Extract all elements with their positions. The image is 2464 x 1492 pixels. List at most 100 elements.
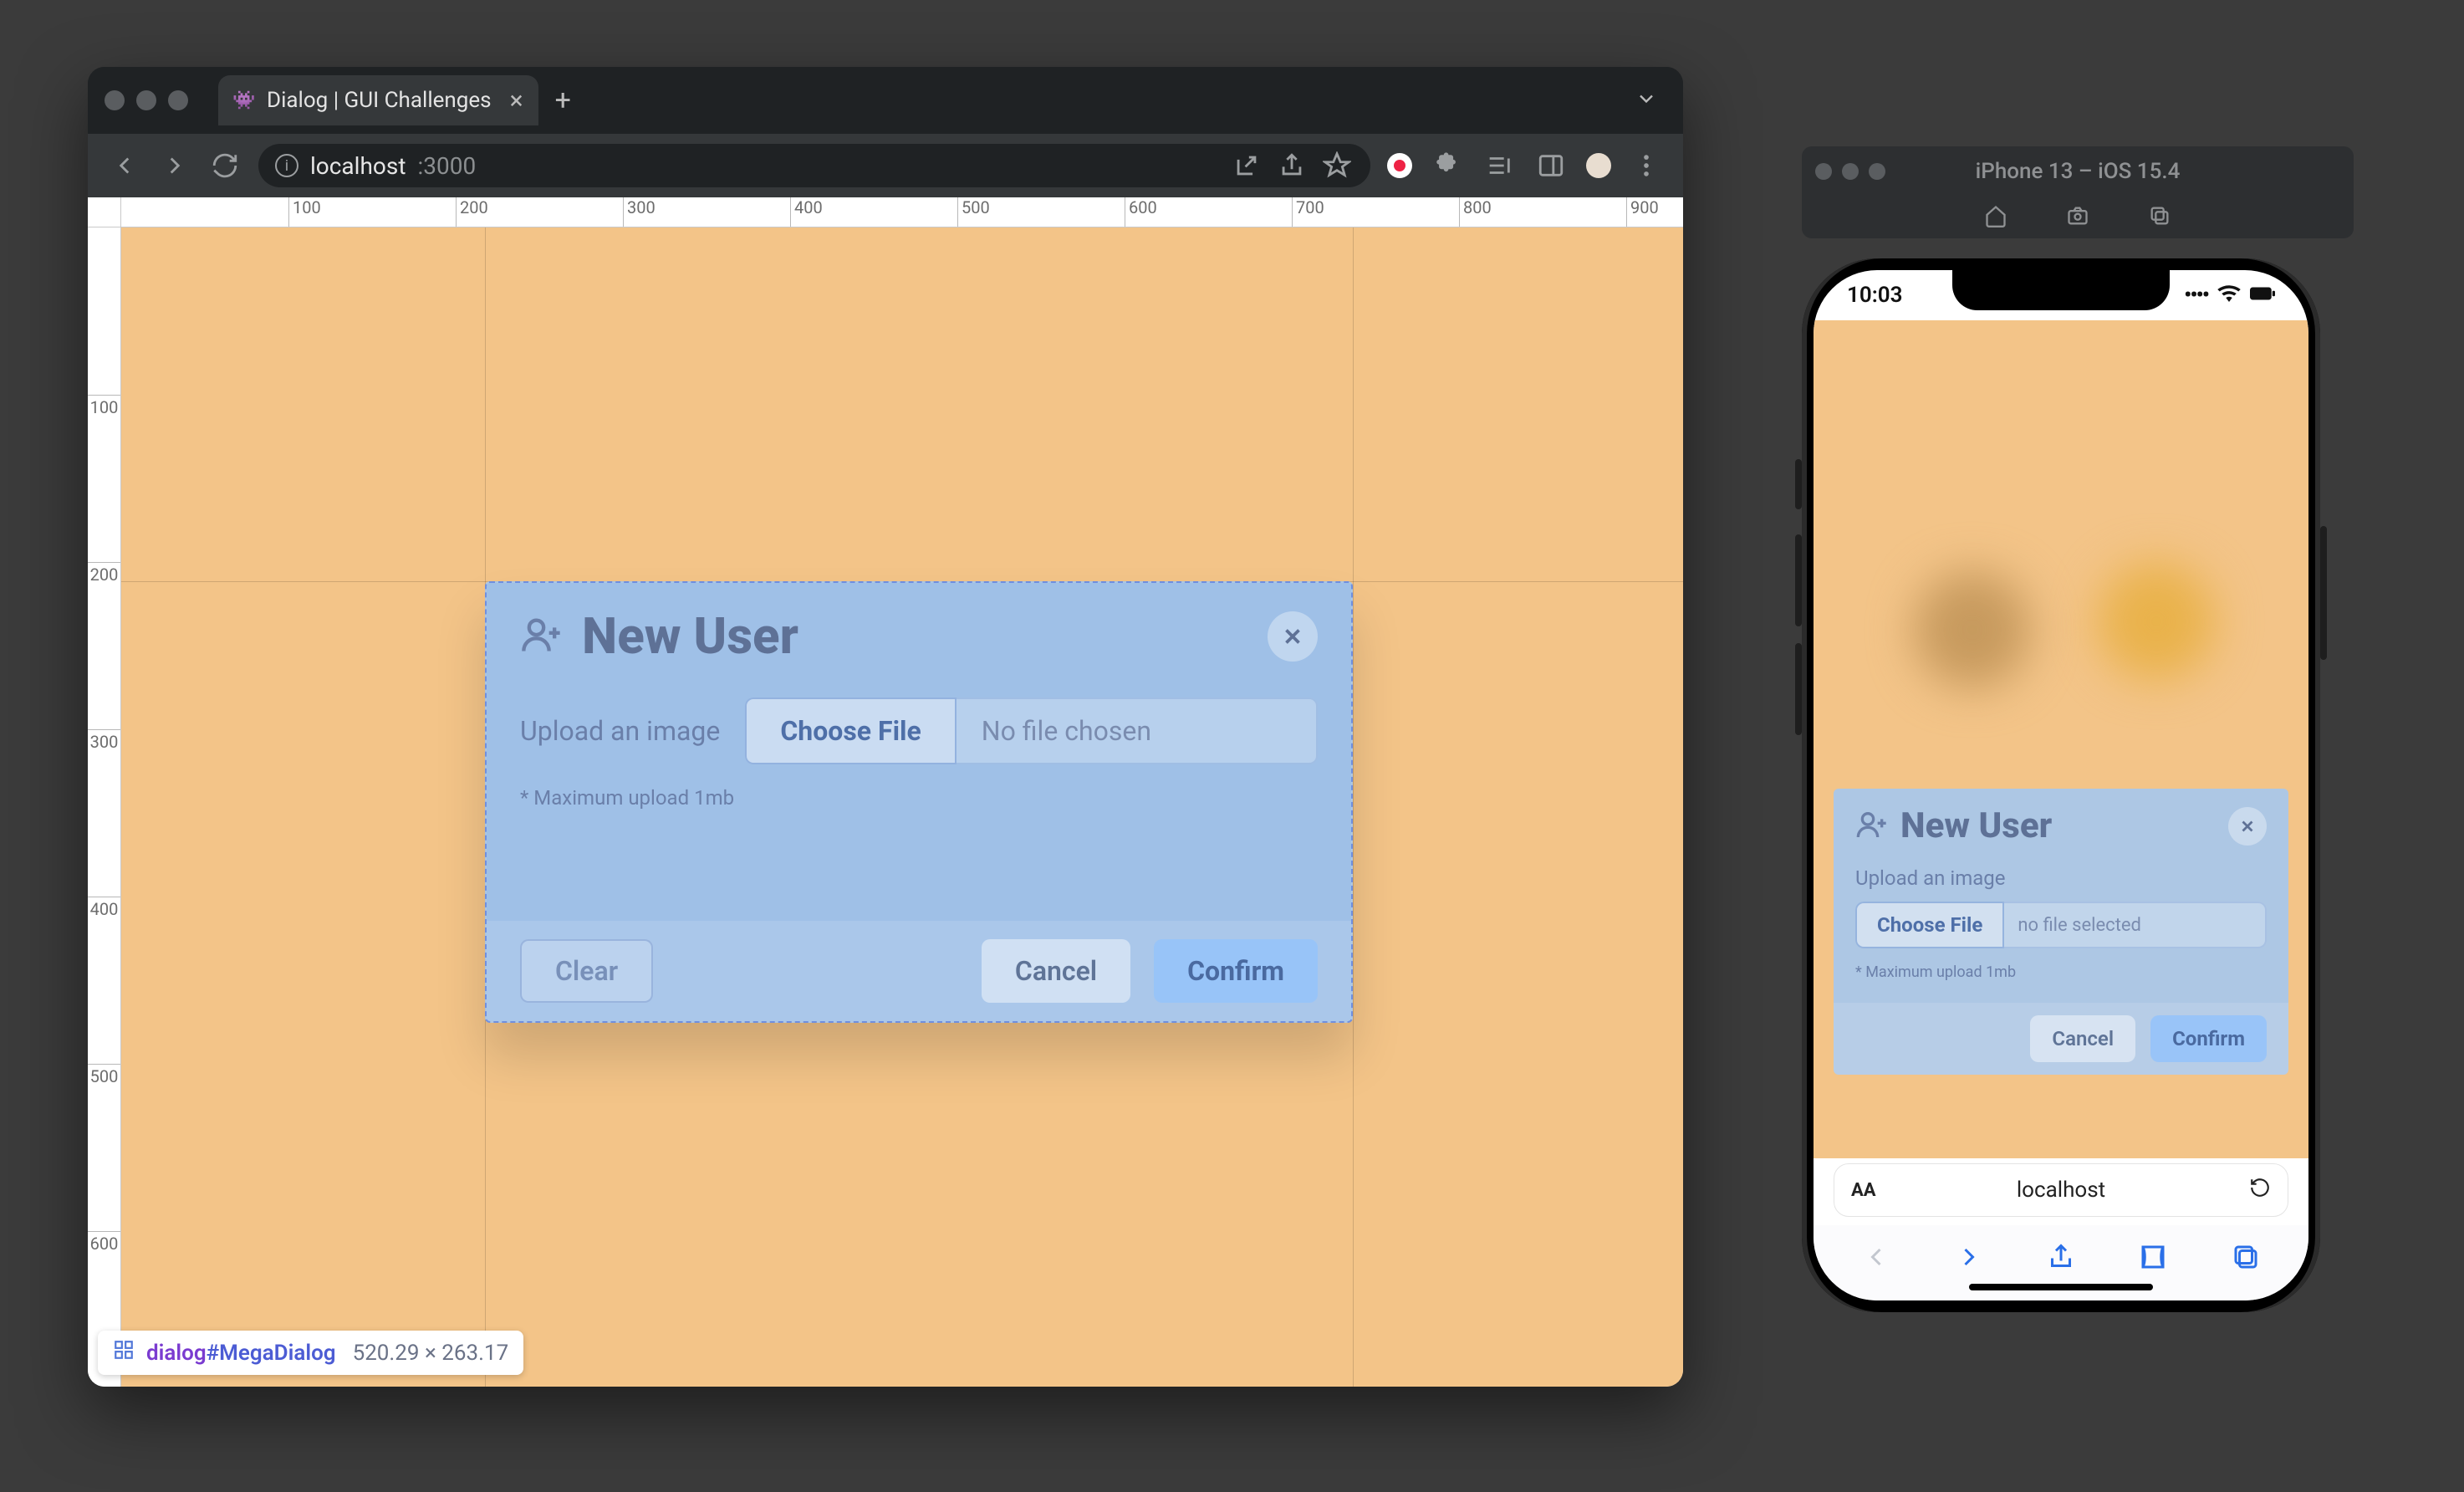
share-icon[interactable] <box>1275 149 1309 182</box>
open-external-icon[interactable] <box>1230 149 1263 182</box>
cancel-button[interactable]: Cancel <box>982 939 1130 1003</box>
ruler-tick: 300 <box>623 197 656 227</box>
close-tab-icon[interactable]: × <box>510 86 523 115</box>
menu-icon[interactable] <box>1630 149 1663 182</box>
dialog-close-button[interactable] <box>1268 611 1318 662</box>
safari-viewport[interactable]: New User Upload an image Choose File no … <box>1814 320 2308 1158</box>
screenshot-icon[interactable] <box>2066 204 2089 231</box>
upload-label: Upload an image <box>520 715 720 747</box>
ruler-tick: 600 <box>88 1231 120 1254</box>
grid-icon <box>113 1339 135 1367</box>
simulator-titlebar[interactable]: iPhone 13 – iOS 15.4 <box>1802 146 2354 197</box>
back-icon[interactable] <box>108 149 141 182</box>
ruler-tick: 100 <box>88 395 120 417</box>
new-tab-button[interactable]: + <box>555 84 571 117</box>
ruler-vertical: 100 200 300 400 500 600 <box>88 227 121 1387</box>
panel-icon[interactable] <box>1534 149 1568 182</box>
share-icon[interactable] <box>2046 1242 2076 1275</box>
media-icon[interactable] <box>1482 149 1516 182</box>
phone-silence-switch[interactable] <box>1795 459 1802 509</box>
browser-window: 👾 Dialog | GUI Challenges × + i localhos… <box>88 67 1683 1387</box>
dialog-close-button[interactable] <box>2228 807 2267 846</box>
ruler-tick: 200 <box>456 197 488 227</box>
ruler-tick: 400 <box>790 197 823 227</box>
phone-power[interactable] <box>2320 526 2327 660</box>
tab-overflow-icon[interactable] <box>1635 87 1658 114</box>
simulator-window: iPhone 13 – iOS 15.4 10:03 •••• <box>1802 146 2354 1312</box>
file-status: No file chosen <box>957 697 1318 764</box>
ruler-tick: 800 <box>1459 197 1492 227</box>
guide-line <box>1353 227 1354 1387</box>
copy-icon[interactable] <box>2148 204 2171 231</box>
upload-row: Upload an image Choose File No file chos… <box>520 697 1318 764</box>
bookmarks-icon[interactable] <box>2138 1242 2168 1275</box>
cancel-button[interactable]: Cancel <box>2030 1015 2135 1062</box>
forward-icon[interactable] <box>158 149 191 182</box>
selector-dimensions: 520.29 × 263.17 <box>353 1341 509 1366</box>
tab-favicon: 👾 <box>233 89 255 111</box>
upload-hint: * Maximum upload 1mb <box>1855 963 2267 981</box>
blur-blob <box>2098 563 2215 680</box>
home-indicator[interactable] <box>1969 1284 2153 1290</box>
browser-tab[interactable]: 👾 Dialog | GUI Challenges × <box>218 75 538 125</box>
traffic-light-min[interactable] <box>1842 163 1859 180</box>
extensions-icon[interactable] <box>1431 149 1464 182</box>
tabs-icon[interactable] <box>2231 1242 2261 1275</box>
file-input[interactable]: Choose File no file selected <box>1855 902 2267 948</box>
home-icon[interactable] <box>1984 204 2007 231</box>
reload-icon[interactable] <box>2249 1177 2271 1204</box>
site-info-icon[interactable]: i <box>275 154 298 177</box>
confirm-button[interactable]: Confirm <box>1154 939 1318 1003</box>
dialog-header: New User <box>1834 789 2288 855</box>
url-port: :3000 <box>417 152 476 180</box>
bookmark-icon[interactable] <box>1320 149 1354 182</box>
choose-file-button[interactable]: Choose File <box>745 697 956 764</box>
signal-icon: •••• <box>2184 283 2208 308</box>
ruler-tick: 200 <box>88 562 120 585</box>
traffic-light-min[interactable] <box>136 90 156 110</box>
ruler-tick: 300 <box>88 729 120 752</box>
selector-id: #MegaDialog <box>207 1341 336 1366</box>
ruler-horizontal: 100 200 300 400 500 600 700 800 900 <box>121 197 1683 227</box>
dialog-body: Upload an image Choose File No file chos… <box>487 681 1351 816</box>
status-time: 10:03 <box>1847 283 1903 308</box>
dialog-title: New User <box>582 606 798 666</box>
file-input[interactable]: Choose File No file chosen <box>745 697 1318 764</box>
browser-viewport: 100 200 300 400 500 600 700 800 900 100 … <box>88 197 1683 1387</box>
traffic-light-max[interactable] <box>168 90 188 110</box>
traffic-light-close[interactable] <box>105 90 125 110</box>
url-host: localhost <box>310 152 406 180</box>
dialog-header: New User <box>487 583 1351 681</box>
ruler-tick: 700 <box>1292 197 1324 227</box>
devtools-selector-pill[interactable]: dialog#MegaDialog 520.29 × 263.17 <box>98 1331 523 1375</box>
ruler-corner <box>88 197 121 227</box>
reload-icon[interactable] <box>208 149 242 182</box>
simulator-toolbar <box>1802 197 2354 238</box>
choose-file-button[interactable]: Choose File <box>1855 902 2004 948</box>
phone-notch <box>1952 270 2170 310</box>
text-size-icon[interactable]: AA <box>1851 1180 1876 1201</box>
profile-avatar[interactable] <box>1586 153 1611 178</box>
phone-vol-up[interactable] <box>1795 534 1802 626</box>
traffic-light-close[interactable] <box>1815 163 1832 180</box>
dialog-footer: Clear Cancel Confirm <box>487 921 1351 1021</box>
blur-blob <box>1914 571 2031 688</box>
phone-screen: 10:03 •••• New User <box>1814 270 2308 1300</box>
address-bar[interactable]: i localhost :3000 <box>258 144 1370 187</box>
phone-vol-down[interactable] <box>1795 643 1802 735</box>
window-controls[interactable] <box>105 90 188 110</box>
traffic-light-max[interactable] <box>1869 163 1885 180</box>
safari-url-bar[interactable]: AA localhost <box>1834 1163 2288 1217</box>
back-icon[interactable] <box>1861 1242 1891 1275</box>
mega-dialog-mobile: New User Upload an image Choose File no … <box>1834 789 2288 1075</box>
recorder-icon[interactable] <box>1387 153 1412 178</box>
mega-dialog: New User Upload an image Choose File No … <box>485 581 1353 1023</box>
upload-label: Upload an image <box>1855 866 2267 890</box>
toolbar-right <box>1387 149 1663 182</box>
page-canvas[interactable]: New User Upload an image Choose File No … <box>121 227 1683 1387</box>
forward-icon[interactable] <box>1954 1242 1984 1275</box>
ruler-tick: 600 <box>1125 197 1157 227</box>
confirm-button[interactable]: Confirm <box>2150 1015 2267 1062</box>
clear-button[interactable]: Clear <box>520 939 653 1003</box>
add-user-icon <box>520 613 564 660</box>
